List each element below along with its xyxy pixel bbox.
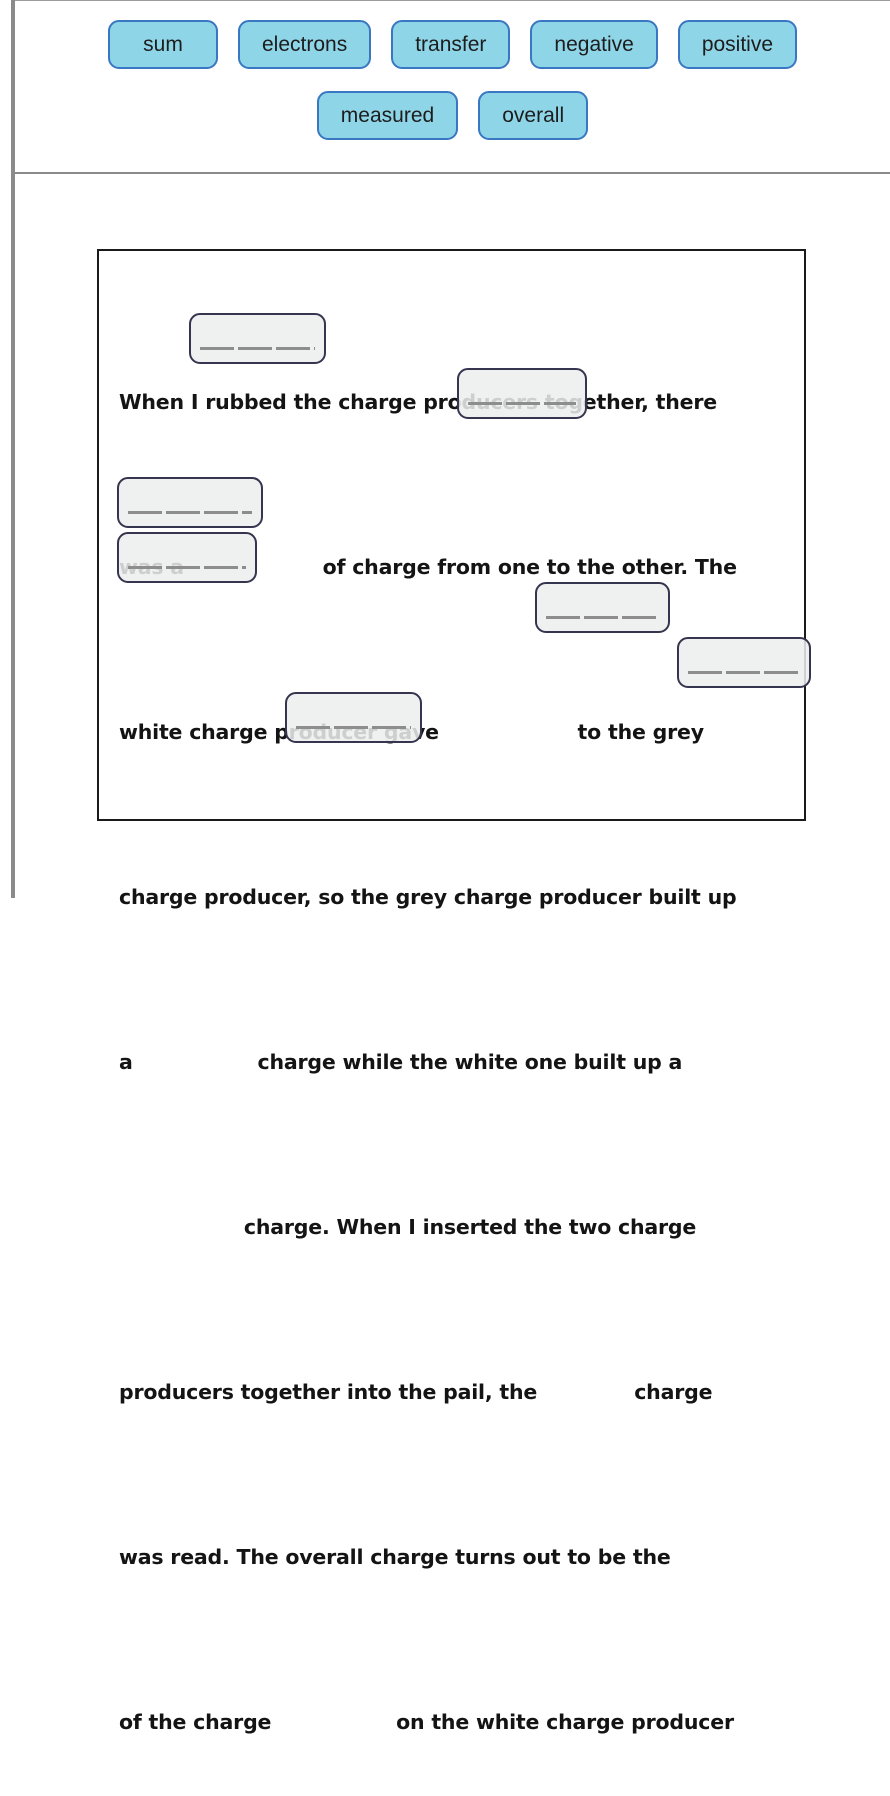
word-chip-label: measured <box>340 103 435 127</box>
word-chip-electrons[interactable]: electrons <box>237 20 372 69</box>
word-chip-label: sum <box>143 32 183 56</box>
statement-line: a charge while the white one built up a <box>119 1050 683 1074</box>
statement-line: When I rubbed the charge producers toget… <box>119 390 717 414</box>
word-chip-measured[interactable]: measured <box>316 91 459 140</box>
word-chip-label: negative <box>554 32 634 56</box>
word-bank-row-1: sum electrons transfer negative positive <box>15 20 890 69</box>
word-bank-divider <box>15 172 890 174</box>
word-chip-overall[interactable]: overall <box>478 91 589 140</box>
blank-field-3[interactable] <box>117 477 263 528</box>
word-chip-negative[interactable]: negative <box>530 20 658 69</box>
activity-page: sum electrons transfer negative positive… <box>0 0 890 1734</box>
blank-field-5[interactable] <box>535 582 670 633</box>
word-bank-row-2: measured overall <box>15 91 890 140</box>
statement-line: was read. The overall charge turns out t… <box>119 1545 754 1569</box>
word-chip-label: transfer <box>415 32 487 56</box>
blank-field-7[interactable] <box>285 692 422 743</box>
blank-field-1[interactable] <box>189 313 326 364</box>
blank-field-6[interactable] <box>677 637 811 688</box>
blank-underline <box>200 347 315 350</box>
blank-underline <box>296 726 411 729</box>
word-chip-positive[interactable]: positive <box>677 20 798 69</box>
blank-underline <box>688 671 800 674</box>
blank-field-2[interactable] <box>457 368 587 419</box>
blank-underline <box>128 566 246 569</box>
word-chip-label: overall <box>502 103 565 127</box>
blank-underline <box>468 402 576 405</box>
word-bank: sum electrons transfer negative positive… <box>15 1 890 172</box>
statement-box: When I rubbed the charge producers toget… <box>97 249 811 1734</box>
word-chip-label: positive <box>701 32 774 56</box>
statement-line: white charge producer gave to the grey <box>119 720 704 744</box>
statement-line: charge. When I inserted the two charge <box>119 1215 697 1239</box>
statement-line: producers together into the pail, the ch… <box>119 1380 713 1404</box>
word-chip-sum[interactable]: sum <box>107 20 218 69</box>
blank-field-4[interactable] <box>117 532 257 583</box>
word-chip-label: electrons <box>261 32 348 56</box>
blank-underline <box>128 511 252 514</box>
statement-line: of the charge on the white charge produc… <box>119 1710 734 1734</box>
word-chip-transfer[interactable]: transfer <box>391 20 511 69</box>
blank-underline <box>546 616 659 619</box>
